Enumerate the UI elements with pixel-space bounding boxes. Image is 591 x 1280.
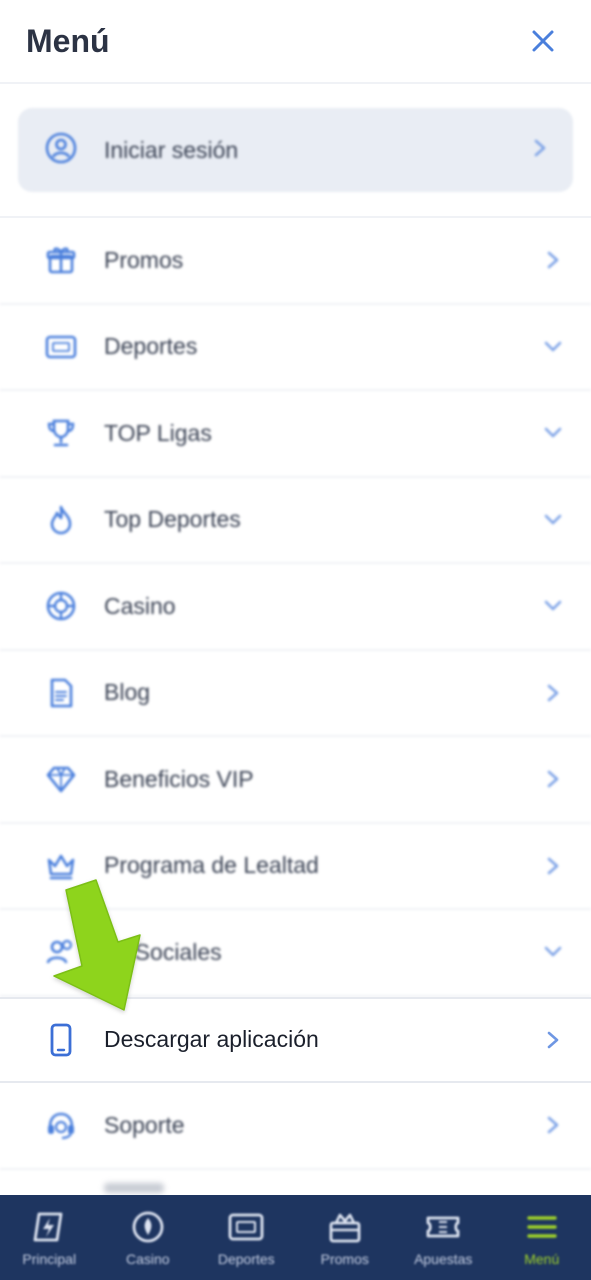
- menu-item-soporte[interactable]: Soporte: [0, 1083, 591, 1170]
- menu-item-blog[interactable]: Blog: [0, 651, 591, 737]
- chevron-right-icon: [541, 1028, 565, 1052]
- chevron-right-icon: [541, 767, 565, 791]
- page-title: Menú: [26, 22, 110, 59]
- menu-item-descargar-aplicacion[interactable]: Descargar aplicación: [0, 996, 591, 1083]
- chevron-down-icon: [541, 421, 565, 445]
- headset-icon: [44, 1108, 78, 1142]
- login-button[interactable]: Iniciar sesión: [18, 108, 573, 192]
- chevron-right-icon: [541, 1113, 565, 1137]
- scoreboard-icon: [44, 330, 78, 364]
- document-icon: [44, 676, 78, 710]
- close-icon: [532, 30, 554, 52]
- menu-item-casino[interactable]: Casino: [0, 564, 591, 651]
- chevron-right-icon: [541, 681, 565, 705]
- gift-box-icon: [327, 1208, 363, 1246]
- tab-label: Deportes: [217, 1251, 275, 1267]
- menu-list: Promos Deportes TOP Ligas Top Deportes C…: [0, 218, 591, 1170]
- chevron-down-icon: [541, 508, 565, 532]
- chevron-down-icon: [541, 940, 565, 964]
- menu-item-programa-lealtad[interactable]: Programa de Lealtad: [0, 824, 591, 910]
- tab-label: Promos: [320, 1251, 369, 1267]
- menu-item-promos[interactable]: Promos: [0, 218, 591, 305]
- chip-icon: [131, 1208, 165, 1246]
- diamond-icon: [44, 762, 78, 796]
- trophy-icon: [44, 416, 78, 450]
- hamburger-icon: [525, 1208, 559, 1246]
- tab-principal[interactable]: Principal: [0, 1195, 99, 1280]
- menu-item-label: Programa de Lealtad: [104, 852, 319, 879]
- gift-icon: [44, 243, 78, 277]
- tab-deportes[interactable]: Deportes: [197, 1195, 296, 1280]
- menu-item-label: Blog: [104, 679, 151, 706]
- menu-item-top-ligas[interactable]: TOP Ligas: [0, 391, 591, 478]
- tab-label: Principal: [22, 1251, 77, 1267]
- tab-label: Apuestas: [414, 1251, 473, 1267]
- roulette-icon: [44, 589, 78, 623]
- ticket-icon: [425, 1208, 461, 1246]
- menu-item-deportes[interactable]: Deportes: [0, 305, 591, 391]
- close-button[interactable]: [521, 19, 565, 63]
- chevron-right-icon: [541, 248, 565, 272]
- smartphone-icon: [44, 1023, 78, 1057]
- menu-header: Menú: [0, 0, 591, 84]
- menu-item-label: Top Deportes: [104, 506, 241, 533]
- chevron-right-icon: [533, 138, 547, 163]
- tab-apuestas[interactable]: Apuestas: [394, 1195, 493, 1280]
- flame-icon: [44, 503, 78, 537]
- tab-promos[interactable]: Promos: [296, 1195, 395, 1280]
- menu-item-label: es Sociales: [104, 938, 222, 965]
- tab-casino[interactable]: Casino: [99, 1195, 198, 1280]
- chevron-down-icon: [541, 335, 565, 359]
- menu-item-label: Descargar aplicación: [104, 1026, 319, 1053]
- lightning-card-icon: [31, 1208, 67, 1246]
- scoreboard-icon: [228, 1208, 264, 1246]
- menu-item-label: Soporte: [104, 1111, 185, 1138]
- menu-item-label: Beneficios VIP: [104, 765, 254, 792]
- tab-label: Menú: [524, 1251, 560, 1267]
- menu-item-label: TOP Ligas: [104, 419, 212, 446]
- users-icon: [44, 935, 78, 969]
- menu-item-redes-sociales[interactable]: es Sociales: [0, 910, 591, 997]
- menu-item-label: Deportes: [104, 333, 198, 360]
- menu-item-label: Promos: [104, 246, 184, 273]
- bottom-tab-bar: Principal Casino Deportes Promos Apuesta…: [0, 1195, 591, 1280]
- login-label: Iniciar sesión: [104, 136, 239, 163]
- chevron-right-icon: [541, 854, 565, 878]
- tab-label: Casino: [125, 1251, 170, 1267]
- menu-item-label: Casino: [104, 592, 176, 619]
- menu-item-top-deportes[interactable]: Top Deportes: [0, 478, 591, 564]
- tab-menu[interactable]: Menú: [493, 1195, 591, 1280]
- partial-next-item: [104, 1183, 164, 1193]
- user-circle-icon: [44, 131, 78, 170]
- crown-icon: [44, 849, 78, 883]
- login-section: Iniciar sesión: [0, 84, 591, 218]
- chevron-down-icon: [541, 594, 565, 618]
- menu-item-beneficios-vip[interactable]: Beneficios VIP: [0, 737, 591, 824]
